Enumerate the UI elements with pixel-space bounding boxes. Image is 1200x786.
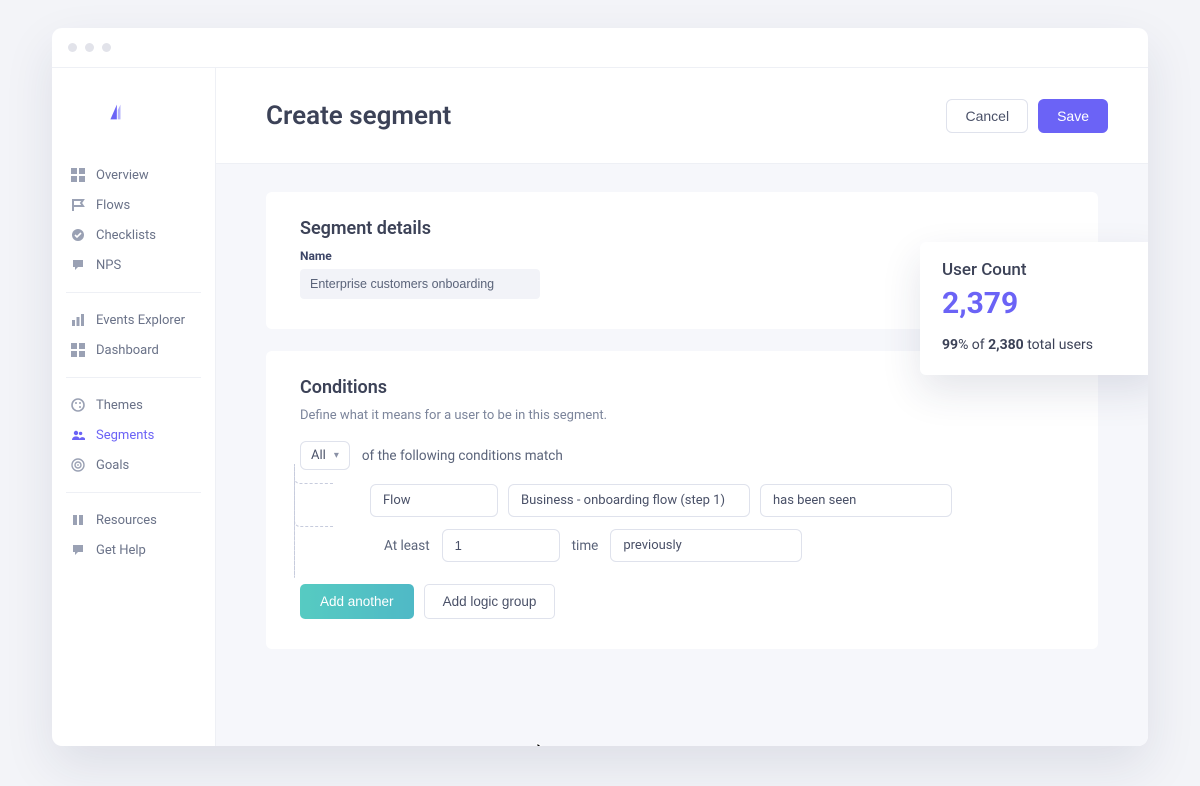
sidebar-item-events-explorer[interactable]: Events Explorer bbox=[52, 305, 215, 335]
sidebar-item-dashboard[interactable]: Dashboard bbox=[52, 335, 215, 365]
app-window: Overview Flows Checklists bbox=[52, 28, 1148, 746]
text: total users bbox=[1024, 337, 1093, 353]
condition-row-1: Flow Business - onboarding flow (step 1)… bbox=[370, 484, 1064, 517]
sidebar-item-get-help[interactable]: Get Help bbox=[52, 535, 215, 565]
sidebar-item-label: Checklists bbox=[96, 228, 156, 243]
segment-name-input[interactable] bbox=[300, 269, 540, 299]
sidebar-item-checklists[interactable]: Checklists bbox=[52, 220, 215, 250]
window-dot[interactable] bbox=[102, 43, 111, 52]
window-titlebar bbox=[52, 28, 1148, 68]
check-circle-icon bbox=[70, 227, 86, 243]
window-dot[interactable] bbox=[85, 43, 94, 52]
condition-predicate-select[interactable]: has been seen bbox=[760, 484, 952, 517]
select-value: All bbox=[311, 448, 326, 463]
user-count-subtext: 99% of 2,380 total users bbox=[942, 337, 1140, 353]
condition-flow-select[interactable]: Business - onboarding flow (step 1) bbox=[508, 484, 750, 517]
sidebar-item-nps[interactable]: NPS bbox=[52, 250, 215, 280]
cancel-button[interactable]: Cancel bbox=[946, 99, 1028, 133]
branch-line bbox=[294, 464, 334, 527]
logo-area bbox=[52, 68, 215, 156]
window-dot[interactable] bbox=[68, 43, 77, 52]
sidebar-item-label: Get Help bbox=[96, 543, 146, 558]
main: Create segment Cancel Save Segment detai… bbox=[216, 68, 1148, 746]
sidebar-item-label: Dashboard bbox=[96, 343, 159, 358]
sidebar-item-label: NPS bbox=[96, 258, 121, 273]
save-button[interactable]: Save bbox=[1038, 99, 1108, 133]
target-icon bbox=[70, 457, 86, 473]
at-least-count-input[interactable] bbox=[442, 529, 560, 562]
book-icon bbox=[70, 512, 86, 528]
condition-buttons: Add another Add logic group bbox=[300, 584, 1064, 619]
grid-icon bbox=[70, 167, 86, 183]
sidebar-item-overview[interactable]: Overview bbox=[52, 160, 215, 190]
at-least-label: At least bbox=[384, 538, 430, 554]
when-select[interactable]: previously bbox=[610, 529, 802, 562]
sidebar-item-label: Goals bbox=[96, 458, 129, 473]
conditions-card: Conditions Define what it means for a us… bbox=[266, 351, 1098, 649]
sidebar-item-label: Themes bbox=[96, 398, 143, 413]
sidebar-item-themes[interactable]: Themes bbox=[52, 390, 215, 420]
text: % of bbox=[958, 337, 988, 353]
users-icon bbox=[70, 427, 86, 443]
condition-row-2: At least time previously bbox=[370, 529, 1064, 562]
chevron-down-icon: ▾ bbox=[334, 450, 339, 461]
sidebar-item-label: Events Explorer bbox=[96, 313, 185, 328]
match-mode-suffix: of the following conditions match bbox=[362, 448, 563, 464]
sidebar-item-label: Segments bbox=[96, 428, 154, 443]
flag-icon bbox=[70, 197, 86, 213]
sidebar-item-segments[interactable]: Segments bbox=[52, 420, 215, 450]
app-logo-icon bbox=[104, 100, 126, 124]
time-label: time bbox=[572, 538, 599, 554]
sidebar-item-label: Overview bbox=[96, 168, 149, 183]
add-another-button[interactable]: Add another bbox=[300, 584, 414, 619]
chat-icon bbox=[70, 542, 86, 558]
sidebar-divider bbox=[66, 292, 201, 293]
palette-icon bbox=[70, 397, 86, 413]
condition-type-select[interactable]: Flow bbox=[370, 484, 498, 517]
card-subtitle: Define what it means for a user to be in… bbox=[300, 408, 1064, 423]
sidebar-divider bbox=[66, 377, 201, 378]
grid-icon bbox=[70, 342, 86, 358]
match-mode-row: All ▾ of the following conditions match bbox=[300, 441, 1064, 470]
chart-bar-icon bbox=[70, 312, 86, 328]
header-actions: Cancel Save bbox=[946, 99, 1108, 133]
chat-icon bbox=[70, 257, 86, 273]
card-title: Conditions bbox=[300, 377, 1064, 398]
branch-line bbox=[294, 464, 295, 578]
page-header: Create segment Cancel Save bbox=[216, 68, 1148, 164]
window-controls bbox=[68, 43, 111, 52]
page-title: Create segment bbox=[266, 101, 451, 131]
sidebar-divider bbox=[66, 492, 201, 493]
sidebar-item-goals[interactable]: Goals bbox=[52, 450, 215, 480]
cursor-icon bbox=[536, 742, 552, 746]
user-count-value: 2,379 bbox=[942, 286, 1140, 321]
sidebar-item-flows[interactable]: Flows bbox=[52, 190, 215, 220]
user-count-total: 2,380 bbox=[988, 337, 1024, 353]
user-count-card: User Count 2,379 99% of 2,380 total user… bbox=[920, 242, 1148, 375]
sidebar-item-label: Resources bbox=[96, 513, 157, 528]
user-count-percent: 99 bbox=[942, 337, 958, 353]
user-count-title: User Count bbox=[942, 260, 1140, 280]
sidebar: Overview Flows Checklists bbox=[52, 68, 216, 746]
add-logic-group-button[interactable]: Add logic group bbox=[424, 584, 556, 619]
sidebar-item-resources[interactable]: Resources bbox=[52, 505, 215, 535]
sidebar-item-label: Flows bbox=[96, 198, 130, 213]
card-title: Segment details bbox=[300, 218, 1064, 239]
